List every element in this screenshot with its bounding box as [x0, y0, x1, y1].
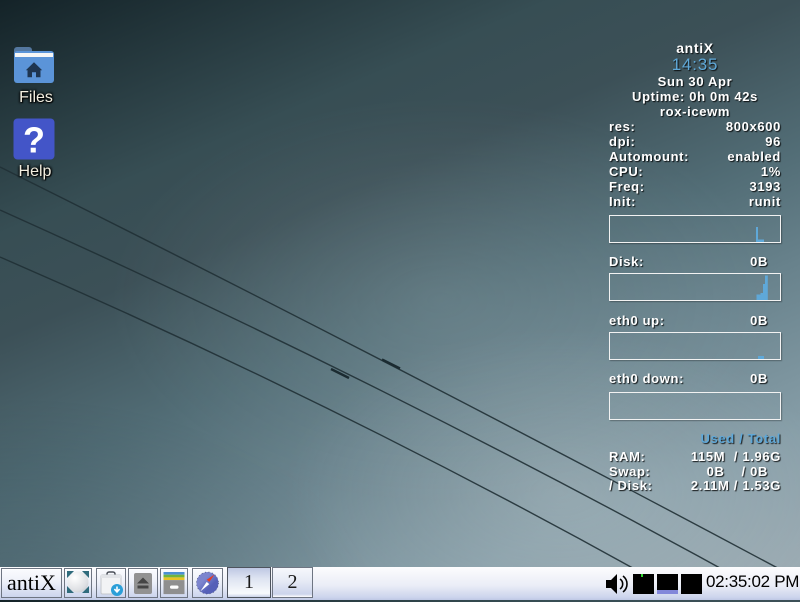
svg-text:?: ?	[23, 120, 45, 161]
